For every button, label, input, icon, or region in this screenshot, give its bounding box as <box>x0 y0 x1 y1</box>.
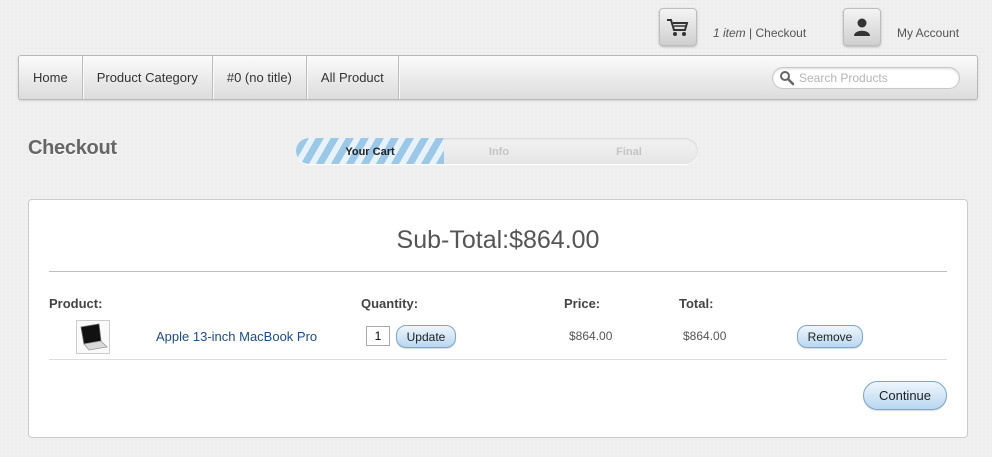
step-final: Final <box>616 146 642 158</box>
divider <box>49 271 947 272</box>
nav-item-no-title[interactable]: #0 (no title) <box>213 56 307 99</box>
cart-panel: Sub-Total:$864.00 Product: Quantity: Pri… <box>28 199 968 438</box>
cart-count: 1 item <box>713 26 746 40</box>
cart-summary[interactable]: 1 item | Checkout <box>713 26 806 40</box>
remove-button[interactable]: Remove <box>797 325 863 348</box>
top-account-bar: 1 item | Checkout My Account <box>0 0 992 52</box>
subtotal: Sub-Total:$864.00 <box>29 226 967 255</box>
step-info: Info <box>488 146 510 158</box>
subtotal-value: $864.00 <box>509 226 600 254</box>
column-header-price: Price: <box>564 296 601 311</box>
nav-item-home[interactable]: Home <box>19 56 83 99</box>
magnifier-icon <box>780 71 795 86</box>
item-total: $864.00 <box>683 329 727 343</box>
checkout-progress: Your Cart Info Final <box>296 138 698 164</box>
column-header-quantity: Quantity: <box>361 296 419 311</box>
user-icon <box>854 18 870 36</box>
item-price: $864.00 <box>569 329 613 343</box>
shopping-cart-icon <box>667 19 689 36</box>
search-box[interactable] <box>772 67 960 89</box>
account-button[interactable] <box>843 8 881 46</box>
column-header-total: Total: <box>679 296 714 311</box>
continue-button[interactable]: Continue <box>863 381 947 410</box>
cart-separator: | <box>745 26 756 40</box>
subtotal-label: Sub-Total: <box>396 226 510 254</box>
product-name-link[interactable]: Apple 13-inch MacBook Pro <box>156 329 317 344</box>
main-nav: Home Product Category #0 (no title) All … <box>18 55 978 100</box>
my-account-link[interactable]: My Account <box>897 26 959 40</box>
search-input[interactable] <box>799 71 949 85</box>
quantity-input[interactable] <box>366 326 390 346</box>
laptop-icon <box>80 323 108 351</box>
update-button[interactable]: Update <box>396 325 456 348</box>
column-header-product: Product: <box>49 296 103 311</box>
step-your-cart: Your Cart <box>345 146 395 158</box>
cart-checkout-link[interactable]: Checkout <box>755 26 806 40</box>
nav-item-product-category[interactable]: Product Category <box>83 56 213 99</box>
product-thumbnail[interactable] <box>76 320 110 354</box>
nav-item-all-product[interactable]: All Product <box>307 56 399 99</box>
row-divider <box>49 359 947 360</box>
cart-button[interactable] <box>659 8 697 46</box>
page-title: Checkout <box>28 137 117 159</box>
